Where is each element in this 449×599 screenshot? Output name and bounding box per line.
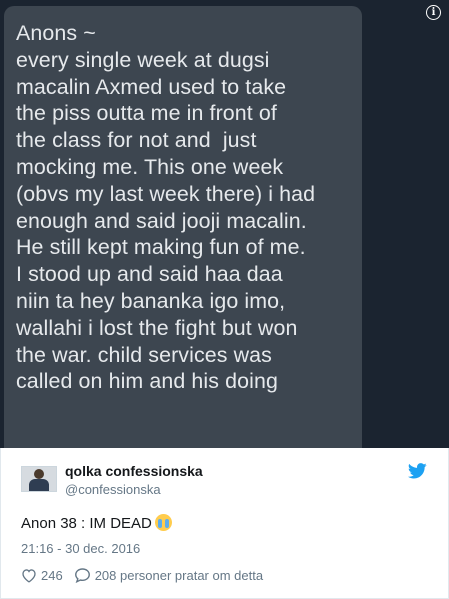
confession-text: Anons ~ every single week at dugsi macal… (16, 21, 316, 394)
tweet-actions: 246 208 personer pratar om detta (21, 566, 263, 584)
heart-icon[interactable] (21, 568, 37, 583)
like-count[interactable]: 246 (41, 568, 63, 583)
reply-icon[interactable] (74, 567, 91, 583)
loudly-crying-face-icon (154, 514, 172, 531)
avatar[interactable] (21, 466, 57, 492)
confession-bubble: Anons ~ every single week at dugsi macal… (4, 6, 362, 448)
replies-text[interactable]: 208 personer pratar om detta (95, 568, 263, 583)
author-name[interactable]: qolka confessionska (65, 463, 203, 479)
tweet-card: qolka confessionska @confessionska Anon … (0, 448, 449, 599)
tweet-text-content: Anon 38 : IM DEAD (21, 515, 152, 532)
info-icon[interactable]: i (426, 5, 441, 20)
author-handle[interactable]: @confessionska (65, 482, 161, 497)
tweet-timestamp[interactable]: 21:16 - 30 dec. 2016 (21, 541, 140, 556)
tweet-text: Anon 38 : IM DEAD (21, 514, 172, 532)
tweet-media-image[interactable]: Anons ~ every single week at dugsi macal… (0, 0, 449, 448)
twitter-bird-icon[interactable] (408, 463, 427, 479)
